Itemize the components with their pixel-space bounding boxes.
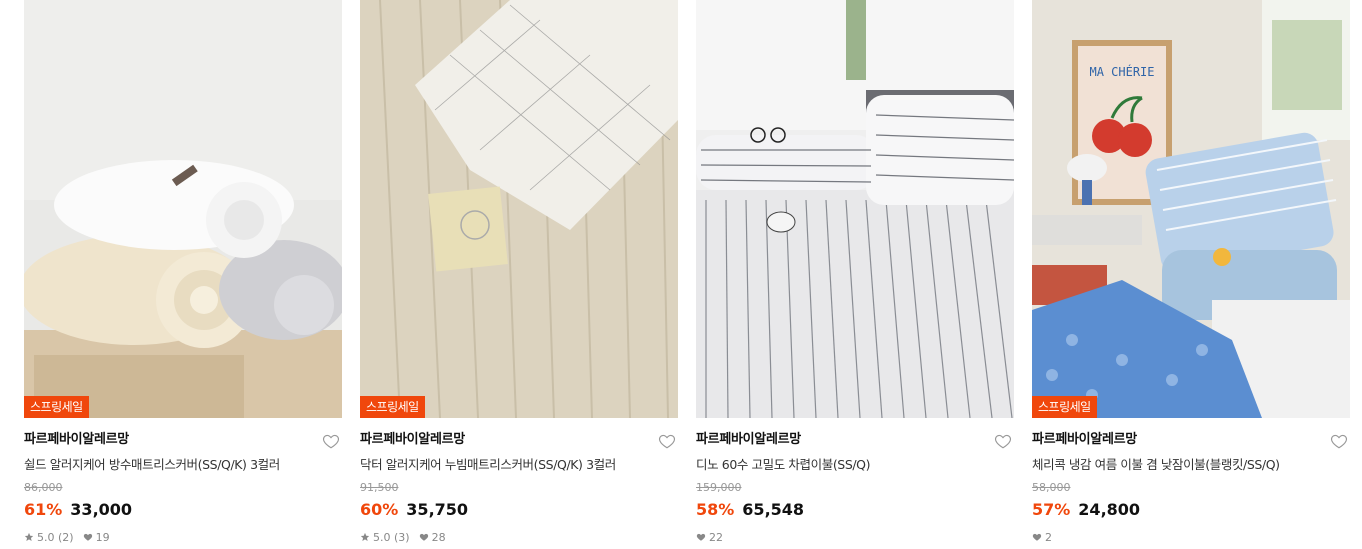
- rating: 5.0 (2): [37, 530, 74, 544]
- product-image[interactable]: [696, 0, 1014, 418]
- sale-price: 65,548: [742, 500, 805, 519]
- heart-icon[interactable]: [658, 432, 676, 450]
- like-count: 19: [95, 530, 110, 544]
- rolled-sheets-image: [24, 0, 342, 418]
- brand-name[interactable]: 파르페바이알레르망: [696, 431, 1014, 449]
- like-heart-icon: [419, 533, 428, 541]
- rating: 5.0 (3): [373, 530, 410, 544]
- like-count: 28: [431, 530, 446, 544]
- product-name[interactable]: 쉴드 알러지케어 방수매트리스커버(SS/Q/K) 3컬러: [24, 456, 342, 474]
- sale-badge: 스프링세일: [360, 396, 425, 418]
- product-card[interactable]: MA CHÉRIE 스프링세일 파르페바이알레르망 체리콕 냉감 여름 이불 겸…: [1032, 0, 1350, 549]
- product-name[interactable]: 닥터 알러지케어 누빔매트리스커버(SS/Q/K) 3컬러: [360, 456, 678, 474]
- like-count: 2: [1045, 530, 1052, 544]
- brand-name[interactable]: 파르페바이알레르망: [360, 431, 678, 449]
- product-grid: 스프링세일 파르페바이알레르망 쉴드 알러지케어 방수매트리스커버(SS/Q/K…: [0, 0, 1362, 549]
- discount-rate: 61%: [24, 500, 63, 519]
- original-price: 58,000: [1032, 481, 1071, 494]
- product-image[interactable]: MA CHÉRIE 스프링세일: [1032, 0, 1350, 418]
- like-heart-icon: [696, 533, 706, 541]
- heart-icon[interactable]: [1330, 432, 1348, 450]
- star-icon: [24, 532, 34, 541]
- product-card[interactable]: 스프링세일 파르페바이알레르망 쉴드 알러지케어 방수매트리스커버(SS/Q/K…: [24, 0, 342, 549]
- product-image[interactable]: 스프링세일: [24, 0, 342, 418]
- product-card[interactable]: 파르페바이알레르망 디노 60수 고밀도 차렵이불(SS/Q) 159,000 …: [696, 0, 1014, 549]
- like-count: 22: [709, 530, 723, 544]
- product-image[interactable]: 스프링세일: [360, 0, 678, 418]
- heart-icon[interactable]: [994, 432, 1012, 450]
- discount-rate: 58%: [696, 500, 735, 519]
- discount-rate: 60%: [360, 500, 399, 519]
- brand-name[interactable]: 파르페바이알레르망: [24, 431, 342, 449]
- striped-comforter-image: [696, 0, 1014, 418]
- sale-badge: 스프링세일: [1032, 396, 1097, 418]
- cherry-blanket-image: MA CHÉRIE: [1032, 0, 1350, 418]
- product-card[interactable]: 스프링세일 파르페바이알레르망 닥터 알러지케어 누빔매트리스커버(SS/Q/K…: [360, 0, 678, 549]
- quilted-cover-image: [360, 0, 678, 418]
- sale-price: 35,750: [406, 500, 469, 519]
- brand-name[interactable]: 파르페바이알레르망: [1032, 431, 1350, 449]
- heart-icon[interactable]: [322, 432, 340, 450]
- original-price: 91,500: [360, 481, 399, 494]
- product-name[interactable]: 디노 60수 고밀도 차렵이불(SS/Q): [696, 456, 1014, 474]
- sale-badge: 스프링세일: [24, 396, 89, 418]
- like-heart-icon: [1032, 533, 1042, 541]
- like-heart-icon: [83, 533, 92, 541]
- poster-text: MA CHÉRIE: [1089, 64, 1154, 79]
- sale-price: 24,800: [1078, 500, 1141, 519]
- sale-price: 33,000: [70, 500, 133, 519]
- original-price: 159,000: [696, 481, 742, 494]
- star-icon: [360, 532, 370, 541]
- original-price: 86,000: [24, 481, 63, 494]
- product-name[interactable]: 체리콕 냉감 여름 이불 겸 낮잠이불(블랭킷/SS/Q): [1032, 456, 1350, 474]
- discount-rate: 57%: [1032, 500, 1071, 519]
